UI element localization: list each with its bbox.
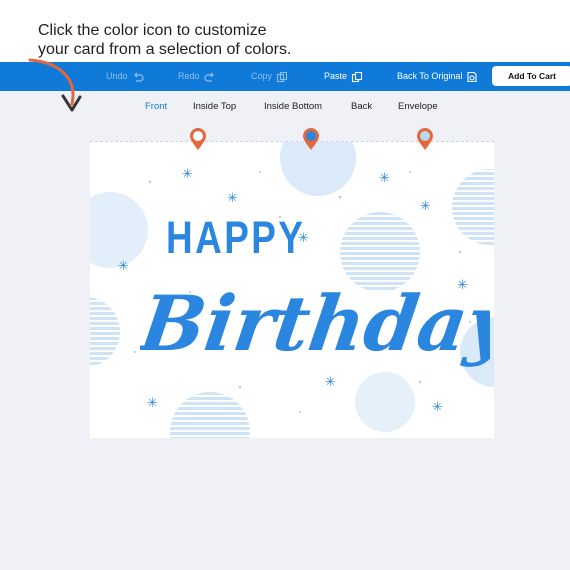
copy-label: Copy: [251, 71, 273, 81]
color-pin-white[interactable]: [189, 127, 207, 151]
tab-front[interactable]: Front: [145, 97, 167, 117]
back-to-original-button[interactable]: Back To Original: [397, 62, 478, 91]
svg-text:Birthday: Birthday: [140, 279, 490, 369]
paste-button[interactable]: Paste: [324, 62, 363, 91]
copy-icon: [276, 71, 288, 82]
color-pin-lightblue[interactable]: [416, 127, 434, 151]
redo-icon: [203, 72, 214, 82]
birthday-card-front[interactable]: ✳ ✳ ✳ ✳ ✳ ✳ ✳ ✳ ✳ ✳ HAPPY Birthday: [90, 141, 494, 438]
tab-back[interactable]: Back: [351, 97, 372, 117]
add-to-cart-button[interactable]: Add To Cart: [492, 66, 570, 86]
redo-label: Redo: [178, 71, 200, 81]
tab-inside-top[interactable]: Inside Top: [193, 97, 236, 117]
undo-icon: [133, 72, 144, 82]
paste-icon: [351, 71, 363, 82]
svg-text:✳: ✳: [227, 191, 238, 206]
svg-text:✳: ✳: [432, 400, 443, 415]
card-headline-happy[interactable]: HAPPY: [166, 212, 305, 264]
back-to-original-label: Back To Original: [397, 71, 463, 81]
curved-arrow-icon: [28, 58, 82, 112]
card-script-birthday[interactable]: Birthday: [140, 262, 490, 372]
tab-envelope[interactable]: Envelope: [398, 97, 438, 117]
reset-document-icon: [467, 71, 477, 82]
color-pin-blue[interactable]: [302, 127, 320, 151]
svg-text:✳: ✳: [379, 171, 390, 186]
svg-text:✳: ✳: [147, 396, 158, 411]
redo-button[interactable]: Redo: [178, 62, 216, 91]
tab-inside-bottom[interactable]: Inside Bottom: [264, 97, 322, 117]
svg-text:✳: ✳: [118, 259, 129, 274]
paste-label: Paste: [324, 71, 348, 81]
svg-text:✳: ✳: [325, 375, 336, 390]
instruction-text: Click the color icon to customize your c…: [38, 22, 292, 58]
undo-button[interactable]: Undo: [106, 62, 144, 91]
copy-button[interactable]: Copy: [251, 62, 288, 91]
undo-label: Undo: [106, 71, 128, 81]
svg-text:✳: ✳: [420, 199, 431, 214]
svg-text:✳: ✳: [182, 167, 193, 182]
